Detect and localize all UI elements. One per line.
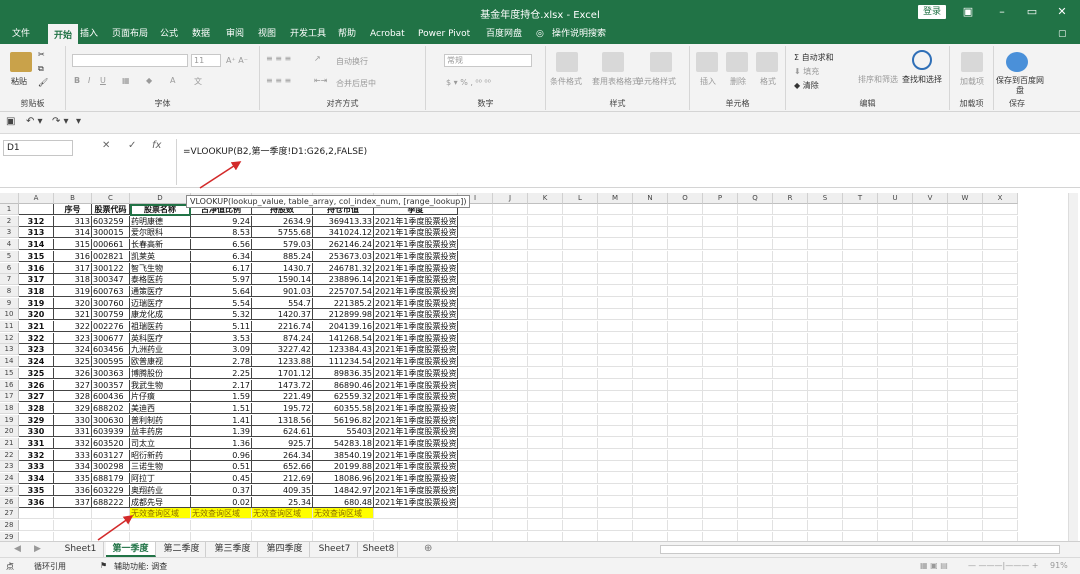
annotation-arrows [97,161,242,541]
arrow-formula [199,161,242,189]
arrow-invalid-area [97,515,134,541]
